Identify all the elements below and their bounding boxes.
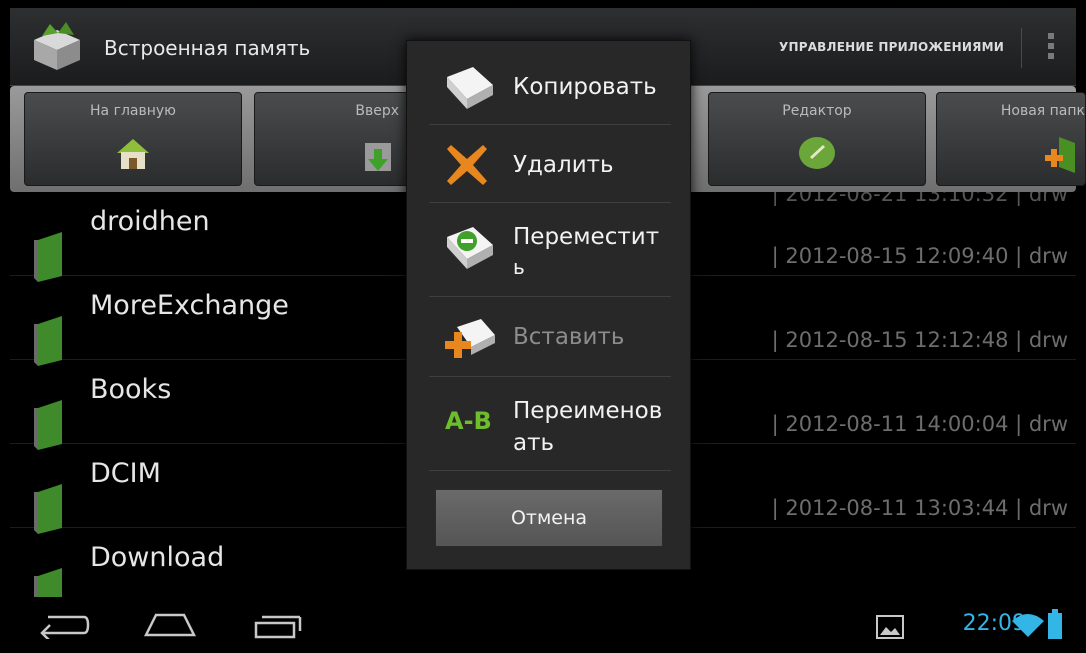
copy-icon [443, 63, 495, 117]
delete-menu-item[interactable]: Удалить [429, 125, 671, 203]
move-menu-item[interactable]: Переместит ь [429, 203, 671, 297]
editor-label: Редактор [782, 103, 852, 119]
move-icon [443, 223, 495, 277]
wifi-icon [1012, 613, 1044, 641]
svg-text:A-B: A-B [445, 407, 492, 435]
new-folder-label: Новая папк [1000, 103, 1085, 119]
delete-label: Удалить [513, 152, 614, 178]
file-name: DCIM [90, 458, 161, 489]
file-meta: | 2012-08-11 13:03:44 | drw [771, 496, 1068, 520]
rename-icon: A-B [445, 401, 497, 441]
system-nav-bar: 22:09 [0, 597, 1086, 653]
storage-title: Встроенная память [104, 36, 311, 60]
gallery-notification-icon[interactable] [876, 615, 904, 643]
file-name: droidhen [90, 206, 210, 237]
new-folder-icon [1043, 135, 1077, 179]
folder-icon [34, 566, 64, 597]
context-menu-dialog: Копировать Удалить Переместит ь Вставить… [406, 40, 691, 570]
editor-icon [797, 135, 837, 175]
move-label-line1: Переместит [513, 224, 660, 250]
rename-label-line2: ать [513, 430, 555, 456]
new-folder-button[interactable]: Новая папк [936, 92, 1086, 186]
up-button[interactable]: Вверх [254, 92, 414, 186]
overflow-menu-icon[interactable] [1046, 30, 1056, 64]
manage-apps-button[interactable]: УПРАВЛЕНИЕ ПРИЛОЖЕНИЯМИ [779, 40, 1004, 54]
paste-icon [443, 315, 495, 367]
up-label: Вверх [355, 103, 399, 119]
copy-label: Копировать [513, 74, 657, 100]
cancel-button[interactable]: Отмена [435, 489, 663, 547]
file-meta: | 2012-08-15 12:09:40 | drw [771, 244, 1068, 268]
divider [1021, 28, 1022, 68]
editor-button[interactable]: Редактор [708, 92, 926, 186]
rename-menu-item[interactable]: A-B Переименов ать [429, 377, 671, 471]
home-nav-icon[interactable] [143, 611, 197, 643]
home-button[interactable]: На главную [24, 92, 242, 186]
move-label-line2: ь [513, 255, 525, 279]
paste-label: Вставить [513, 324, 625, 350]
paste-menu-item[interactable]: Вставить [429, 297, 671, 377]
file-meta: | 2012-08-15 12:12:48 | drw [771, 328, 1068, 352]
delete-icon [445, 143, 489, 191]
up-icon [363, 135, 393, 177]
file-name: Download [90, 542, 225, 573]
battery-icon [1048, 609, 1062, 643]
file-name: Books [90, 374, 172, 405]
recent-apps-icon[interactable] [252, 611, 304, 643]
copy-menu-item[interactable]: Копировать [429, 53, 671, 125]
home-icon [114, 135, 152, 175]
file-name: MoreExchange [90, 290, 289, 321]
app-logo-icon[interactable] [28, 20, 86, 72]
home-label: На главную [90, 103, 176, 119]
rename-label-line1: Переименов [513, 398, 663, 424]
back-icon[interactable] [38, 611, 90, 643]
file-meta: | 2012-08-11 14:00:04 | drw [771, 412, 1068, 436]
